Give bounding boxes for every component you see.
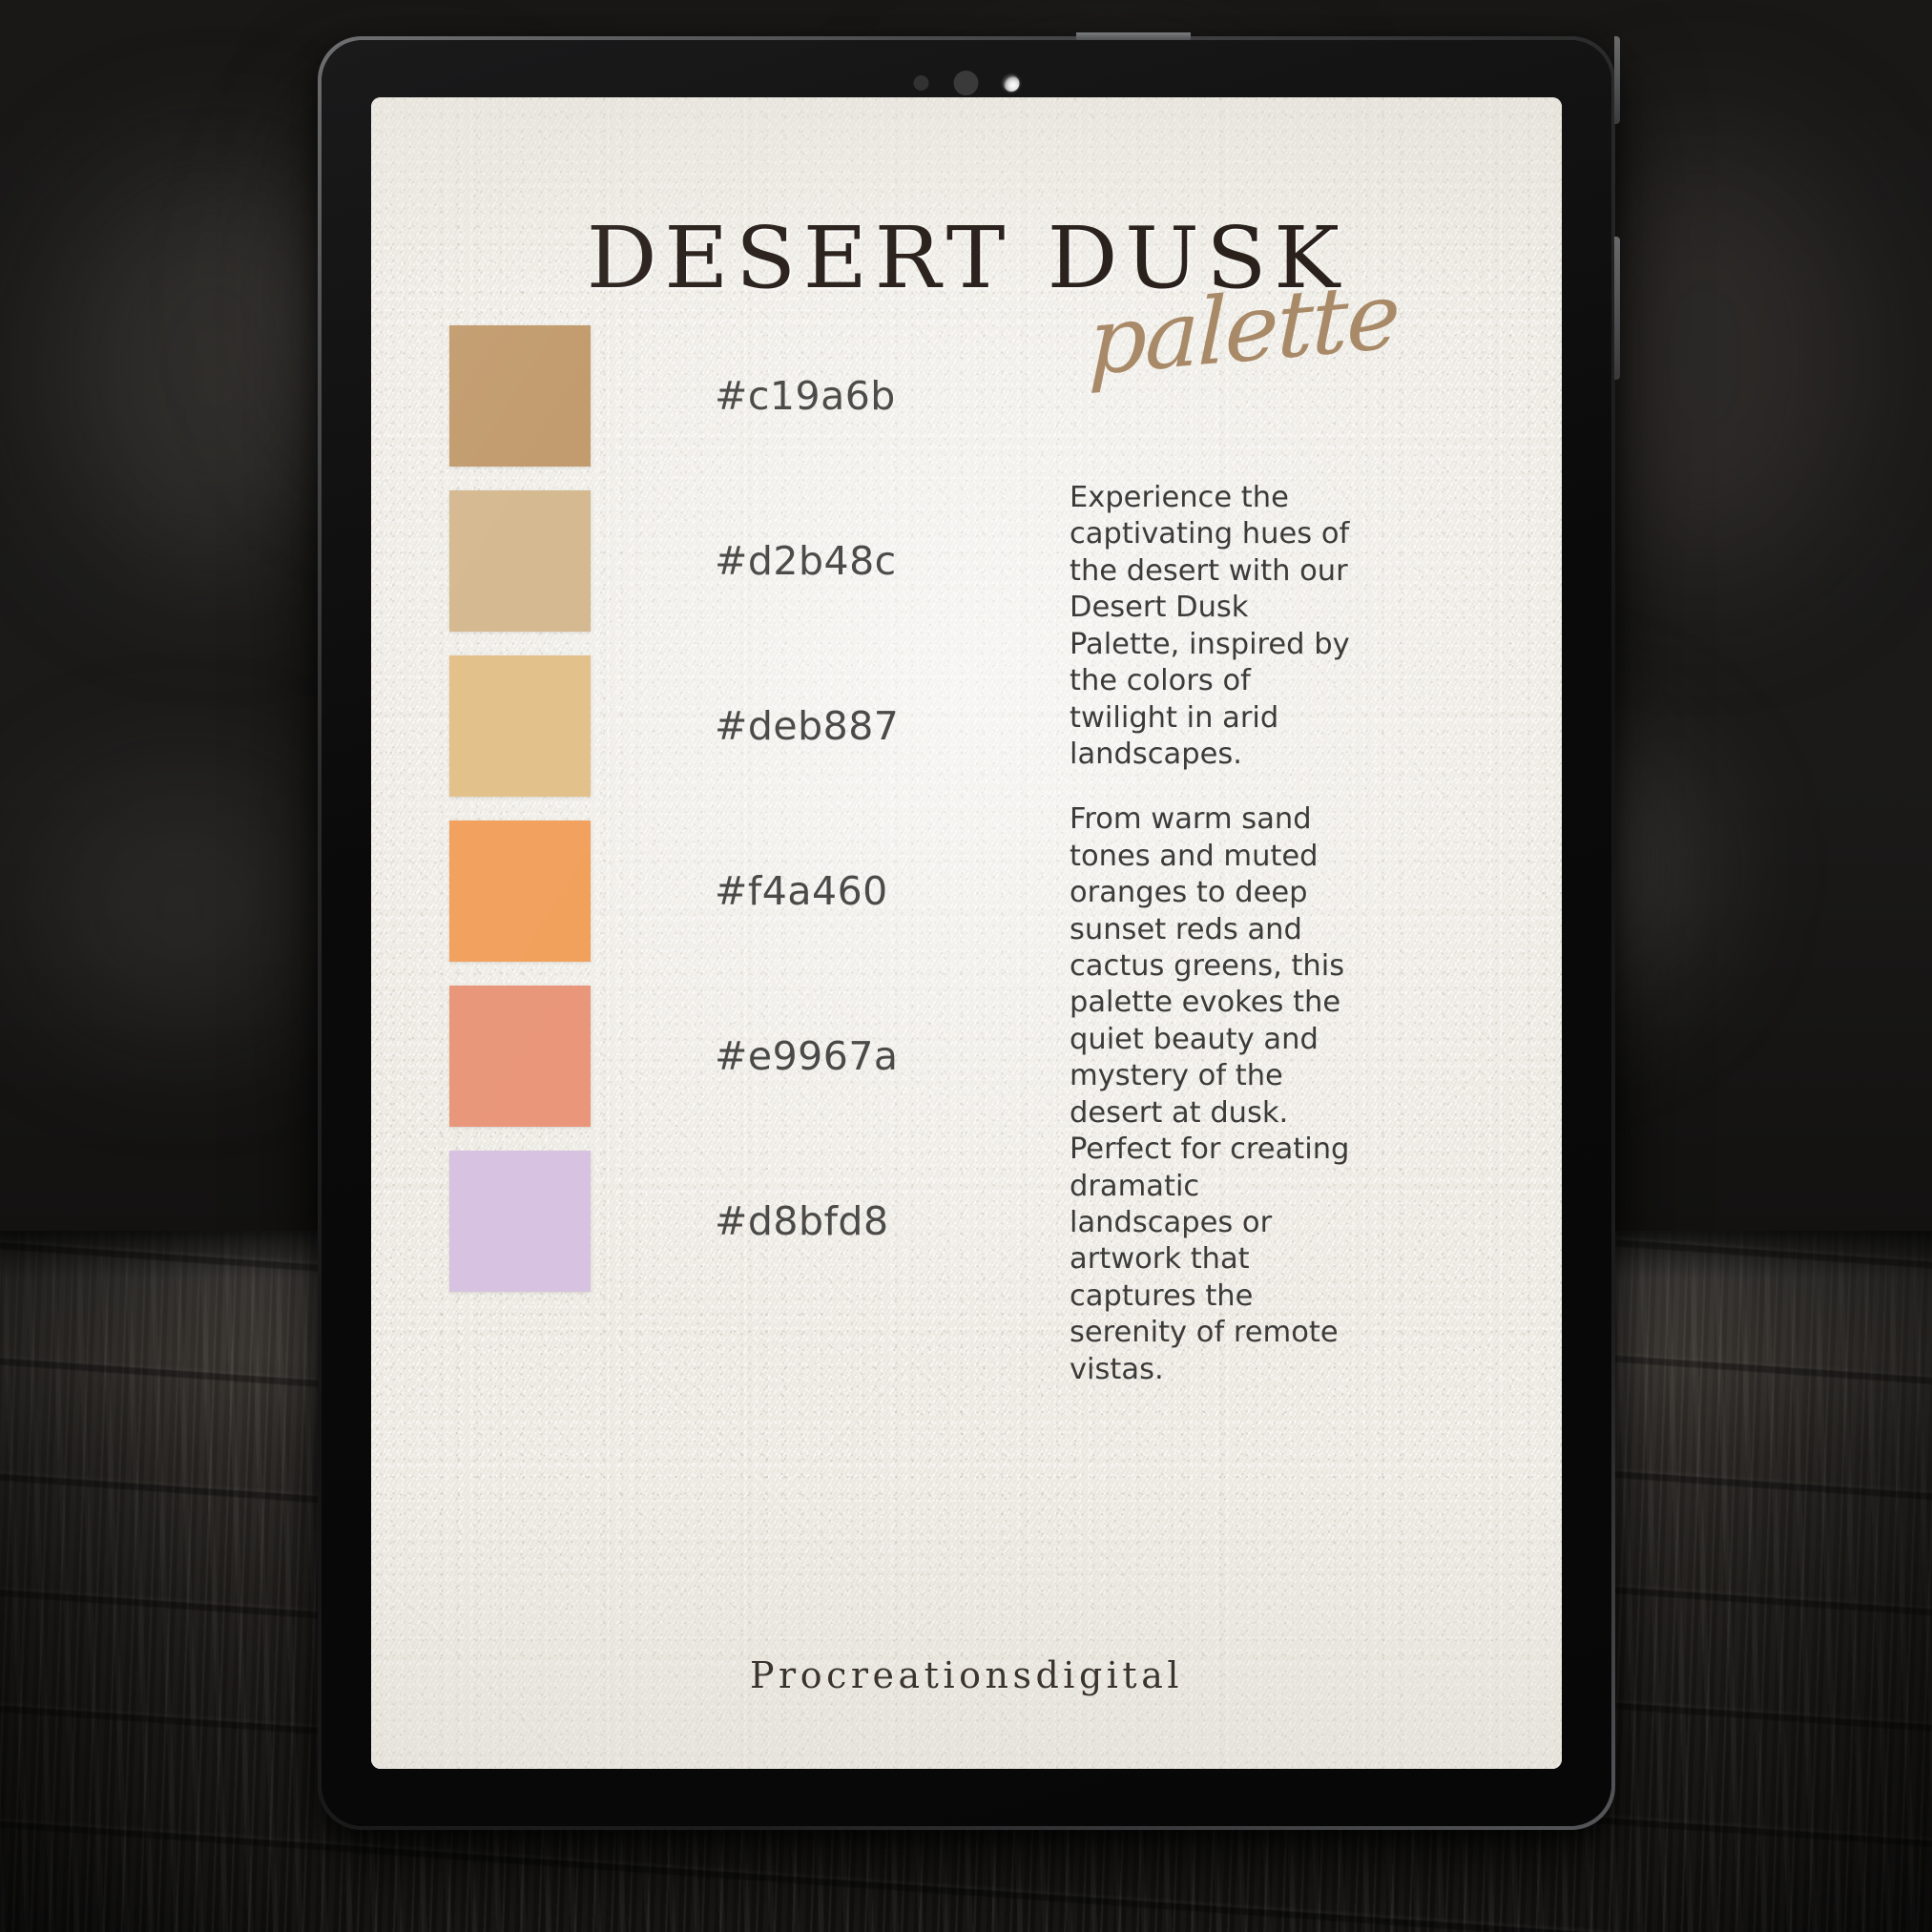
hex-code-label: #c19a6b — [715, 373, 896, 419]
description-column: palette Experience the captivating hues … — [1070, 261, 1400, 1388]
swatch-list: #c19a6b #d2b48c #deb887 #f4a460 #e9967a … — [449, 316, 1041, 1306]
color-swatch[interactable] — [449, 490, 591, 632]
poster-content: DESERT DUSK #c19a6b #d2b48c #deb887 #f4a… — [371, 97, 1562, 1769]
hex-code-label: #f4a460 — [715, 868, 888, 914]
script-heading: palette — [1088, 261, 1400, 397]
camera-cluster — [913, 71, 1020, 95]
power-button[interactable] — [1614, 36, 1620, 124]
color-swatch[interactable] — [449, 325, 591, 467]
front-camera-lens-icon — [1003, 74, 1020, 92]
swatch-row[interactable]: #c19a6b — [449, 316, 1041, 476]
description-text: Experience the captivating hues of the d… — [1070, 480, 1356, 1388]
color-swatch[interactable] — [449, 821, 591, 962]
hex-code-label: #deb887 — [715, 703, 900, 749]
sensor-dot-medium-icon — [953, 71, 979, 95]
hex-code-label: #e9967a — [715, 1033, 899, 1079]
swatch-row[interactable]: #deb887 — [449, 646, 1041, 806]
swatch-row[interactable]: #e9967a — [449, 976, 1041, 1136]
tablet-device: DESERT DUSK #c19a6b #d2b48c #deb887 #f4a… — [318, 32, 1620, 1830]
swatch-row[interactable]: #d8bfd8 — [449, 1141, 1041, 1301]
color-swatch[interactable] — [449, 1151, 591, 1292]
tablet-body: DESERT DUSK #c19a6b #d2b48c #deb887 #f4a… — [322, 40, 1611, 1826]
volume-button[interactable] — [1614, 237, 1620, 380]
hex-code-label: #d8bfd8 — [715, 1198, 889, 1244]
color-swatch[interactable] — [449, 986, 591, 1127]
sensor-dot-small-icon — [913, 75, 929, 91]
swatch-row[interactable]: #d2b48c — [449, 481, 1041, 641]
description-paragraph: From warm sand tones and muted oranges t… — [1070, 802, 1350, 1386]
color-swatch[interactable] — [449, 655, 591, 797]
hex-code-label: #d2b48c — [715, 538, 897, 584]
tablet-screen[interactable]: DESERT DUSK #c19a6b #d2b48c #deb887 #f4a… — [371, 97, 1562, 1769]
description-paragraph: Experience the captivating hues of the d… — [1070, 481, 1350, 771]
footer-brand: Procreationsdigital — [749, 1654, 1183, 1696]
swatch-row[interactable]: #f4a460 — [449, 811, 1041, 971]
background-blur-left-lower — [38, 782, 324, 1030]
